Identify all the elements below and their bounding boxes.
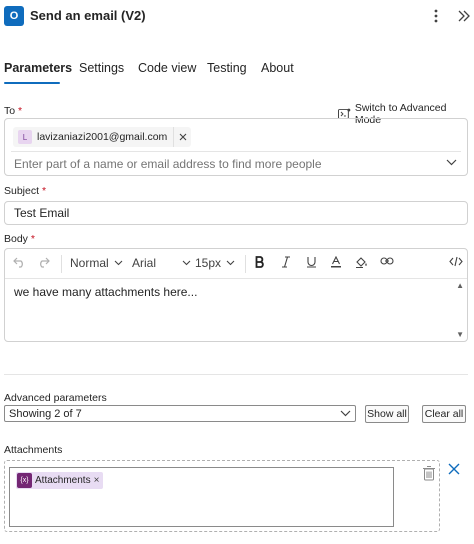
delete-icon[interactable] [422, 465, 436, 481]
remove-recipient-button[interactable] [173, 127, 191, 147]
rich-text-toolbar: Normal Arial 15px [5, 249, 467, 279]
link-icon[interactable] [380, 256, 394, 266]
subject-label: Subject * [4, 185, 46, 197]
recipient-email: lavizaniazi2001@gmail.com [37, 131, 168, 143]
body-editor: Normal Arial 15px we have many attachmen… [4, 248, 468, 342]
highlight-icon[interactable] [355, 256, 368, 268]
close-icon [179, 133, 187, 141]
font-size-value: 15px [195, 256, 222, 270]
outlook-icon: O [4, 6, 27, 26]
font-family-value: Arial [132, 256, 157, 270]
chevron-down-icon[interactable] [446, 157, 457, 169]
subject-required-mark: * [41, 185, 47, 197]
advanced-parameters-value: Showing 2 of 7 [9, 407, 82, 420]
font-color-icon[interactable] [330, 256, 342, 268]
to-label-text: To [4, 105, 16, 117]
tab-bar: Parameters Settings Code view Testing Ab… [0, 58, 474, 86]
toolbar-divider [61, 255, 62, 273]
to-recipients-field: L lavizaniazi2001@gmail.com [4, 118, 468, 176]
chevron-down-icon [340, 410, 351, 417]
paragraph-style-dropdown[interactable]: Normal [70, 256, 123, 270]
to-label: To * [4, 105, 22, 117]
expression-icon: {x} [17, 473, 32, 488]
action-title: Send an email (V2) [30, 8, 146, 23]
show-all-button[interactable]: Show all [365, 405, 409, 423]
tab-settings[interactable]: Settings [79, 61, 124, 75]
subject-label-text: Subject [4, 185, 40, 197]
body-content[interactable]: we have many attachments here... [14, 285, 197, 299]
bold-icon[interactable] [255, 256, 265, 268]
chevron-down-icon [182, 260, 191, 266]
panel-header: O Send an email (V2) [0, 0, 474, 34]
underline-icon[interactable] [306, 256, 317, 268]
chevron-down-icon [114, 260, 123, 266]
outlook-icon-letter: O [9, 10, 19, 22]
subject-value: Test Email [14, 206, 70, 220]
font-size-dropdown[interactable]: 15px [195, 256, 235, 270]
subject-field[interactable]: Test Email [4, 201, 468, 225]
paragraph-style-value: Normal [70, 256, 109, 270]
chevron-down-icon [226, 260, 235, 266]
to-search-input[interactable] [14, 157, 434, 171]
toolbar-divider [245, 255, 246, 273]
token-label: Attachments [35, 475, 91, 486]
scroll-down-icon[interactable]: ▼ [456, 330, 464, 339]
remove-token-button[interactable]: × [94, 475, 100, 486]
section-divider [4, 374, 468, 375]
redo-icon[interactable] [37, 256, 50, 268]
body-required-mark: * [30, 233, 35, 245]
italic-icon[interactable] [281, 256, 291, 268]
font-family-dropdown[interactable]: Arial [132, 256, 191, 270]
to-divider [11, 151, 461, 152]
attachments-input[interactable]: {x} Attachments × [9, 467, 394, 527]
tab-parameters[interactable]: Parameters [4, 61, 72, 75]
advanced-parameters-select[interactable]: Showing 2 of 7 [4, 405, 356, 422]
tab-code-view[interactable]: Code view [138, 61, 196, 75]
collapse-icon[interactable] [452, 5, 474, 27]
avatar: L [18, 130, 32, 144]
attachments-label: Attachments [4, 444, 63, 456]
more-options-icon[interactable] [425, 5, 447, 27]
scroll-up-icon[interactable]: ▲ [456, 281, 464, 290]
undo-icon[interactable] [13, 256, 26, 268]
body-label-text: Body [4, 233, 28, 245]
active-tab-indicator [4, 82, 60, 84]
code-view-icon[interactable] [449, 256, 463, 267]
body-label: Body * [4, 233, 35, 245]
to-required-mark: * [18, 105, 23, 117]
remove-parameter-close-icon[interactable] [448, 462, 460, 480]
attachments-dropzone: {x} Attachments × [4, 460, 440, 532]
advanced-parameters-label: Advanced parameters [4, 392, 107, 404]
clear-all-button[interactable]: Clear all [422, 405, 466, 423]
tab-testing[interactable]: Testing [207, 61, 247, 75]
tab-about[interactable]: About [261, 61, 294, 75]
dynamic-content-token[interactable]: {x} Attachments × [16, 472, 104, 489]
recipient-chip: L lavizaniazi2001@gmail.com [13, 127, 192, 147]
